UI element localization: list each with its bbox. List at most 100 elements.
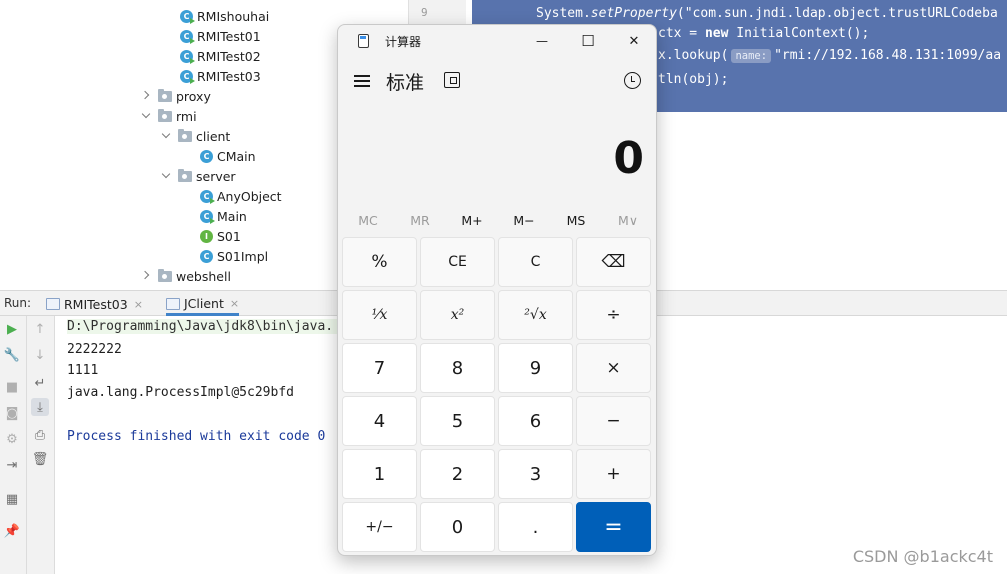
code-line-initial-context[interactable]: ctx = new InitialContext();	[658, 26, 869, 41]
code-token: ctx =	[658, 26, 705, 41]
run-toolbar-primary: ▶ 🔧 ■ ◙ ⚙ ⇥ ▦ 📌	[0, 316, 27, 574]
tree-item-webshell[interactable]: webshell	[140, 266, 231, 286]
negate-button[interactable]: +/−	[342, 502, 417, 552]
class-icon: C	[200, 149, 213, 163]
close-icon[interactable]: ×	[230, 297, 239, 310]
digit-0-button[interactable]: 0	[420, 502, 495, 552]
arrow-up-icon[interactable]: ↑	[31, 320, 49, 338]
memory-clear-button[interactable]: MC	[342, 205, 394, 235]
memory-store-button[interactable]: MS	[550, 205, 602, 235]
run-config-icon	[166, 297, 180, 310]
tree-item-rmitest02[interactable]: C RMITest02	[180, 46, 261, 66]
code-line-lookup[interactable]: x.lookup(name: "rmi://192.168.48.131:1099…	[658, 48, 1001, 63]
tree-item-main[interactable]: C Main	[200, 206, 247, 226]
memory-subtract-button[interactable]: M−	[498, 205, 550, 235]
square-button[interactable]: x²	[420, 290, 495, 340]
tree-item-rmi[interactable]: rmi	[140, 106, 197, 126]
print-icon[interactable]: ⎙	[31, 426, 49, 444]
tree-item-s01impl[interactable]: C S01Impl	[200, 246, 268, 266]
memory-add-button[interactable]: M+	[446, 205, 498, 235]
tree-item-anyobject[interactable]: C AnyObject	[200, 186, 282, 206]
digit-3-button[interactable]: 3	[498, 449, 573, 499]
maximize-button[interactable]: ☐	[566, 29, 610, 53]
divide-button[interactable]: ÷	[576, 290, 651, 340]
console-line: 1111	[67, 363, 99, 378]
history-icon[interactable]	[624, 72, 641, 89]
memory-row: MC MR M+ M− MS M∨	[342, 205, 654, 235]
square-root-button[interactable]: ²√x	[498, 290, 573, 340]
soft-wrap-icon[interactable]: ↵	[31, 374, 49, 392]
calculator-window: 计算器 — ☐ ✕ 标准 0 MC MR M+ M− MS M∨ % CE C …	[337, 24, 657, 556]
pin-icon[interactable]: 📌	[3, 522, 21, 540]
subtract-button[interactable]: −	[576, 396, 651, 446]
line-number: 9	[421, 6, 428, 19]
minimize-button[interactable]: —	[520, 29, 564, 53]
clear-entry-button[interactable]: CE	[420, 237, 495, 287]
layout-icon[interactable]: ▦	[3, 490, 21, 508]
multiply-button[interactable]: ×	[576, 343, 651, 393]
tree-item-label: CMain	[217, 148, 256, 164]
memory-list-button[interactable]: M∨	[602, 205, 654, 235]
digit-4-button[interactable]: 4	[342, 396, 417, 446]
code-token: System.	[536, 6, 591, 21]
digit-5-button[interactable]: 5	[420, 396, 495, 446]
wrench-icon[interactable]: 🔧	[3, 346, 21, 364]
digit-8-button[interactable]: 8	[420, 343, 495, 393]
console-line: java.lang.ProcessImpl@5c29bfd	[67, 385, 294, 400]
tree-item-rmishouhai[interactable]: C RMIshouhai	[180, 6, 269, 26]
code-token: tln(obj);	[658, 72, 729, 87]
clear-button[interactable]: C	[498, 237, 573, 287]
chevron-down-icon[interactable]	[160, 170, 172, 182]
tree-item-label: RMIshouhai	[197, 8, 270, 24]
settings-icon[interactable]: ⚙	[3, 430, 21, 448]
tree-item-label: RMITest02	[197, 48, 261, 64]
digit-2-button[interactable]: 2	[420, 449, 495, 499]
keep-on-top-icon[interactable]	[444, 72, 460, 88]
tree-item-server[interactable]: server	[160, 166, 236, 186]
reciprocal-button[interactable]: ¹⁄x	[342, 290, 417, 340]
stop-icon[interactable]: ■	[3, 378, 21, 396]
chevron-right-icon[interactable]	[140, 270, 152, 282]
arrow-down-icon[interactable]: ↓	[31, 346, 49, 364]
code-line-set-property[interactable]: System.setProperty("com.sun.jndi.ldap.ob…	[536, 6, 998, 21]
chevron-down-icon[interactable]	[160, 130, 172, 142]
percent-button[interactable]: %	[342, 237, 417, 287]
tree-item-s01[interactable]: I S01	[200, 226, 241, 246]
decimal-button[interactable]: .	[498, 502, 573, 552]
login-icon[interactable]: ⇥	[3, 456, 21, 474]
hamburger-menu-icon[interactable]	[354, 74, 370, 88]
calculator-titlebar[interactable]: 计算器 — ☐ ✕	[338, 25, 656, 57]
digit-9-button[interactable]: 9	[498, 343, 573, 393]
digit-6-button[interactable]: 6	[498, 396, 573, 446]
close-icon[interactable]: ×	[134, 298, 143, 311]
camera-icon[interactable]: ◙	[3, 404, 21, 422]
class-icon: C	[200, 209, 215, 224]
scroll-to-end-icon[interactable]: ⤓	[31, 398, 49, 416]
run-tab-rmitest03[interactable]: RMITest03 ×	[46, 294, 143, 314]
equals-button[interactable]: =	[576, 502, 651, 552]
tree-item-rmitest01[interactable]: C RMITest01	[180, 26, 261, 46]
package-folder-icon	[178, 168, 192, 182]
package-folder-icon	[158, 88, 172, 102]
tree-item-label: proxy	[176, 88, 211, 104]
digit-1-button[interactable]: 1	[342, 449, 417, 499]
run-label: Run:	[4, 296, 32, 310]
rerun-icon[interactable]: ▶	[3, 320, 21, 338]
digit-7-button[interactable]: 7	[342, 343, 417, 393]
tree-item-proxy[interactable]: proxy	[140, 86, 211, 106]
code-line-println[interactable]: tln(obj);	[658, 72, 728, 87]
code-keyword: new	[704, 26, 729, 41]
run-tab-label: RMITest03	[64, 296, 128, 312]
close-button[interactable]: ✕	[612, 29, 656, 53]
memory-recall-button[interactable]: MR	[394, 205, 446, 235]
backspace-button[interactable]: ⌫	[576, 237, 651, 287]
chevron-down-icon[interactable]	[140, 110, 152, 122]
chevron-right-icon[interactable]	[140, 90, 152, 102]
tree-item-rmitest03[interactable]: C RMITest03	[180, 66, 261, 86]
trash-icon[interactable]: 🗑	[31, 450, 49, 468]
add-button[interactable]: +	[576, 449, 651, 499]
tree-item-client[interactable]: client	[160, 126, 230, 146]
run-tab-jclient[interactable]: JClient ×	[166, 294, 240, 316]
tree-item-label: client	[196, 128, 231, 144]
tree-item-cmain[interactable]: C CMain	[200, 146, 256, 166]
